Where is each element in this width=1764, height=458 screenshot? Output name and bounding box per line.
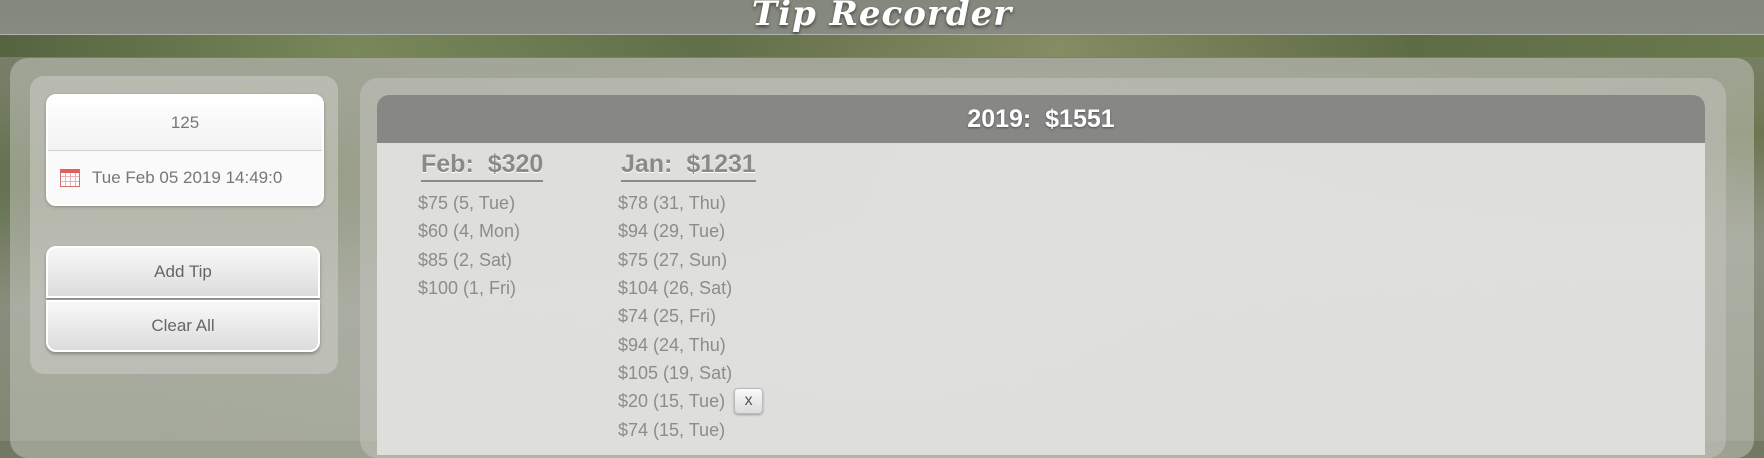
date-field[interactable]: Tue Feb 05 2019 14:49:0 [48,151,322,204]
tip-item[interactable]: $20 (15, Tue) x [618,387,764,415]
tip-text: $100 (1, Fri) [418,278,517,299]
app-title: Tip Recorder [751,0,1013,34]
tip-text: $94 (29, Tue) [618,221,726,242]
tip-item[interactable]: $75 (5, Tue) [418,189,543,217]
tip-text: $78 (31, Thu) [618,193,726,214]
delete-tip-button[interactable]: x [734,388,764,415]
date-value: Tue Feb 05 2019 14:49:0 [92,167,283,187]
add-tip-button[interactable]: Add Tip [46,246,320,298]
background-foliage [0,35,1764,57]
tip-item[interactable]: $74 (15, Tue) [618,415,763,443]
tip-item[interactable]: $75 (27, Sun) [618,246,763,274]
month-label: Jan: [621,150,673,178]
tip-text: $75 (5, Tue) [418,193,516,214]
tip-list: $78 (31, Thu) $94 (29, Tue) $75 (27, Sun… [618,189,764,444]
tip-item[interactable]: $104 (26, Sat) [618,274,763,302]
month-title[interactable]: Feb: $320 [421,150,544,182]
tip-item[interactable]: $94 (24, Thu) [618,330,763,358]
month-title[interactable]: Jan: $1231 [621,150,756,182]
tip-amount-input[interactable] [48,96,322,151]
month-total: $320 [487,150,544,178]
year-label: 2019: [967,104,1032,133]
tip-text: $85 (2, Sat) [418,249,513,270]
tip-text: $105 (19, Sat) [618,362,733,383]
year-total: $1551 [1045,104,1115,133]
tip-item[interactable]: $74 (25, Fri) [618,302,763,330]
tip-text: $74 (25, Fri) [618,306,717,327]
month-label: Feb: [421,150,474,178]
tip-item[interactable]: $85 (2, Sat) [418,246,543,274]
tip-list: $75 (5, Tue) $60 (4, Mon) $85 (2, Sat) $… [418,189,543,302]
year-card: 2019: $1551 [377,95,1705,455]
tip-text: $60 (4, Mon) [418,221,521,242]
month-column-jan: Jan: $1231 $78 (31, Thu) $94 (29, Tue) $… [618,150,764,444]
tip-text: $74 (15, Tue) [618,419,726,440]
year-header: 2019: $1551 [377,95,1705,143]
tip-text: $104 (26, Sat) [618,278,733,299]
month-total: $1231 [686,150,756,178]
tip-item[interactable]: $60 (4, Mon) [418,217,543,245]
month-column-feb: Feb: $320 $75 (5, Tue) $60 (4, Mon) $85 … [418,150,544,302]
clear-all-button[interactable]: Clear All [46,300,320,352]
calendar-icon[interactable] [60,168,80,187]
tip-text: $94 (24, Thu) [618,334,726,355]
entry-fields: Tue Feb 05 2019 14:49:0 [46,94,324,206]
tip-item[interactable]: $100 (1, Fri) [418,274,543,302]
tip-text: $75 (27, Sun) [618,249,728,270]
tip-item[interactable]: $78 (31, Thu) [618,189,763,217]
tip-item[interactable]: $105 (19, Sat) [618,359,763,387]
app-header: Tip Recorder [0,0,1764,35]
tip-item[interactable]: $94 (29, Tue) [618,217,763,245]
tip-text: $20 (15, Tue) [618,391,726,412]
